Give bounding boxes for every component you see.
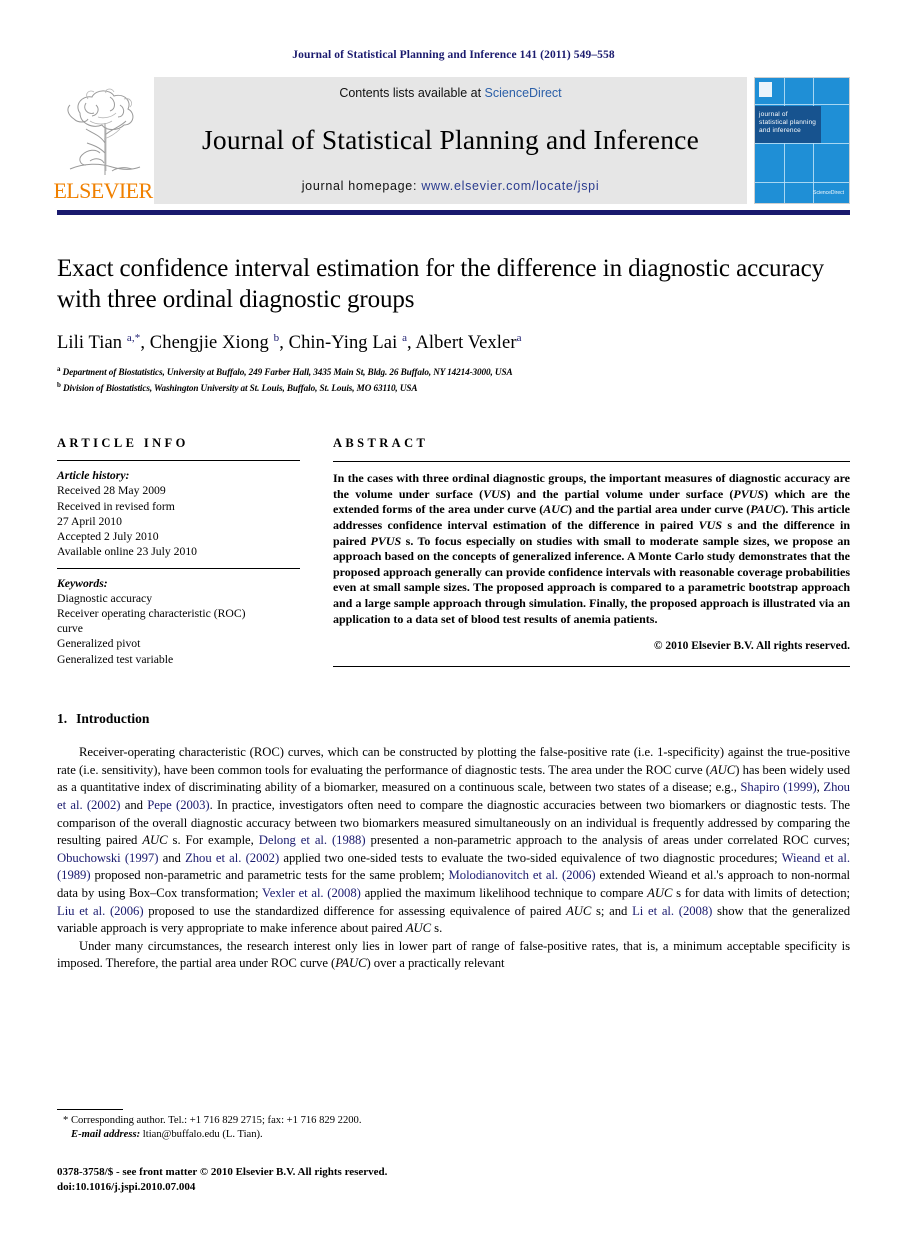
article-history: Article history: Received 28 May 2009 Re… [57, 461, 300, 559]
footnote-region: * Corresponding author. Tel.: +1 716 829… [57, 1109, 850, 1194]
journal-homepage-link[interactable]: www.elsevier.com/locate/jspi [421, 179, 599, 193]
body-paragraph-2: Under many circumstances, the research i… [57, 938, 850, 971]
journal-homepage-line: journal homepage: www.elsevier.com/locat… [302, 179, 600, 193]
copyright-line: © 2010 Elsevier B.V. All rights reserved… [653, 640, 850, 653]
section-title: Introduction [76, 711, 150, 727]
masthead-rule [57, 210, 850, 215]
keyword-item: Generalized pivot [57, 637, 141, 651]
affiliation-b: b Division of Biostatistics, Washington … [57, 379, 850, 395]
author-list: Lili Tian a,*, Chengjie Xiong b, Chin-Yi… [57, 332, 522, 354]
section-heading-introduction: 1. Introduction [57, 711, 850, 727]
article-history-label: Article history: [57, 469, 130, 483]
body-paragraph-1: Receiver-operating characteristic (ROC) … [57, 745, 851, 936]
article-info-column: ARTICLE INFO Article history: Received 2… [57, 436, 300, 667]
abstract-column: ABSTRACT In the cases with three ordinal… [333, 436, 851, 668]
abstract-text: In the cases with three ordinal diagnost… [333, 471, 851, 626]
elsevier-wordmark: ELSEVIER [53, 178, 153, 203]
article-info-heading: ARTICLE INFO [57, 436, 189, 451]
affiliations: a Department of Biostatistics, Universit… [57, 363, 850, 394]
keyword-item: curve [57, 622, 83, 636]
keyword-item: Generalized test variable [57, 652, 174, 666]
column-gap [300, 436, 333, 667]
abstract-heading: ABSTRACT [333, 436, 429, 451]
running-head: Journal of Statistical Planning and Infe… [292, 49, 615, 61]
affiliation-text: Division of Biostatistics, Washington Un… [63, 382, 418, 393]
issn-copyright-line: 0378-3758/$ - see front matter © 2010 El… [57, 1166, 388, 1178]
section-number: 1. [57, 711, 68, 727]
abstract-bottom-divider [333, 666, 850, 668]
journal-title: Journal of Statistical Planning and Infe… [202, 123, 699, 155]
affiliation-marker: b [57, 380, 61, 389]
affiliation-text: Department of Biostatistics, University … [62, 367, 513, 378]
keyword-item: Receiver operating characteristic (ROC) [57, 606, 246, 620]
doi-line: doi:10.1016/j.jspi.2010.07.004 [57, 1180, 196, 1193]
paper-page: Journal of Statistical Planning and Infe… [0, 0, 907, 1238]
cover-sciencedirect-mark: ScienceDirect [813, 190, 844, 196]
journal-masthead: ELSEVIER Contents lists available at Sci… [53, 77, 850, 204]
email-note: E-mail address: ltian@buffalo.edu (L. Ti… [71, 1129, 263, 1140]
corresponding-author-note: * Corresponding author. Tel.: +1 716 829… [63, 1115, 362, 1126]
footer-metadata: 0378-3758/$ - see front matter © 2010 El… [57, 1165, 850, 1194]
journal-cover-thumbnail: journal of statistical planning and infe… [754, 77, 850, 204]
homepage-prefix: journal homepage: [301, 179, 422, 193]
cover-emblem-icon [759, 82, 772, 97]
keywords-label: Keywords: [57, 576, 108, 590]
contents-available-line: Contents lists available at ScienceDirec… [339, 86, 561, 100]
affiliation-marker: a [57, 365, 61, 374]
history-item: Available online 23 July 2010 [57, 545, 198, 559]
contents-prefix: Contents lists available at [339, 86, 485, 100]
history-item: Received 28 May 2009 [57, 484, 166, 498]
footnote-rule [57, 1109, 123, 1110]
sciencedirect-link[interactable]: ScienceDirect [485, 86, 562, 100]
cover-title-text: journal of statistical planning and infe… [759, 110, 817, 134]
history-item: 27 April 2010 [57, 514, 122, 528]
page-title: Exact confidence interval estimation for… [57, 255, 825, 313]
elsevier-tree-icon [67, 88, 141, 175]
article-title-block: Exact confidence interval estimation for… [57, 253, 850, 394]
affiliation-a: a Department of Biostatistics, Universit… [57, 363, 850, 379]
info-abstract-region: ARTICLE INFO Article history: Received 2… [57, 436, 851, 668]
keywords-block: Keywords: Diagnostic accuracy Receiver o… [57, 569, 300, 667]
history-item: Received in revised form [57, 499, 175, 513]
masthead-center-panel: Contents lists available at ScienceDirec… [154, 77, 747, 204]
history-item: Accepted 2 July 2010 [57, 530, 159, 544]
elsevier-logo: ELSEVIER [53, 77, 153, 204]
keyword-item: Diagnostic accuracy [57, 591, 153, 605]
